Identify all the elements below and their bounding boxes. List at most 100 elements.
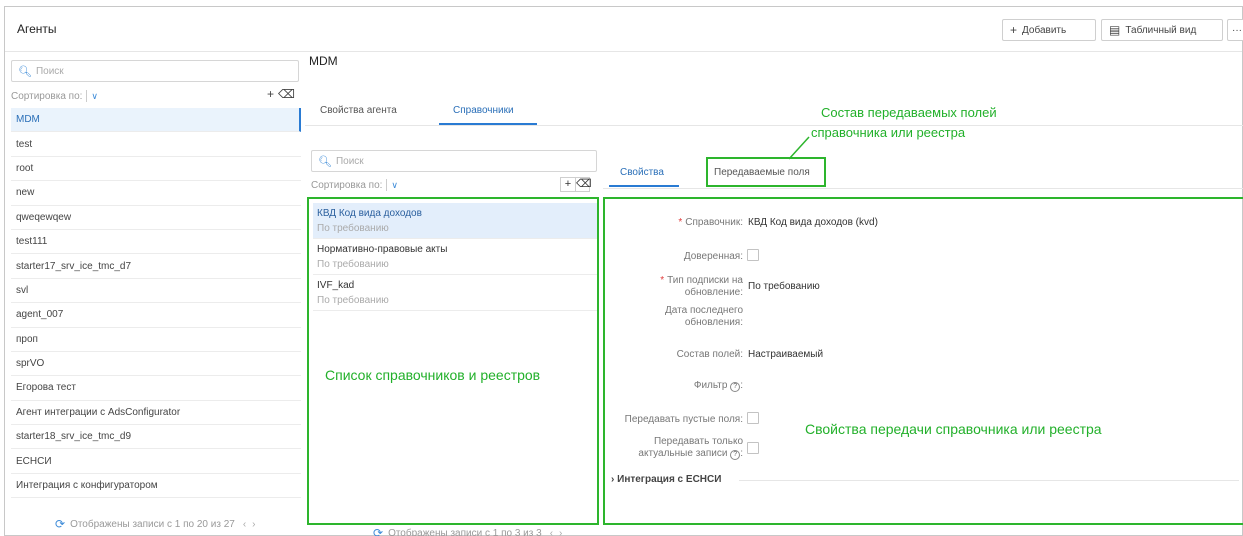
agents-sort-label: Сортировка по: <box>11 90 83 102</box>
chevron-down-icon: ∨ <box>91 90 99 101</box>
dictionary-label: * Справочник: <box>609 217 743 229</box>
agent-list-item[interactable]: svl <box>11 279 301 304</box>
empty-fields-checkbox[interactable] <box>747 412 759 424</box>
dictionary-mode: По требованию <box>317 295 389 306</box>
agent-list-item[interactable]: new <box>11 181 301 206</box>
agent-list-item[interactable]: Егорова тест <box>11 376 301 401</box>
dictionaries-list-panel: КВД Код вида доходов По требованию Нормати… <box>307 197 599 525</box>
integration-section[interactable]: › Интеграция с ЕСНСИ <box>611 474 721 485</box>
fields-callout-line2: справочника или реестра <box>811 125 966 140</box>
dictionary-list-item[interactable]: Нормативно-правовые акты По требованию <box>313 239 597 275</box>
agents-pager: ⟳ Отображены записи с 1 по 20 из 27 ‹› <box>55 517 262 531</box>
app-window: Агенты + Добавить ▤ Табличный вид ··· 🔍︎… <box>4 6 1243 536</box>
chevron-right-icon: › <box>611 474 615 485</box>
agents-panel: 🔍︎ Поиск Сортировка по: ∨ + ⌫ MDM test roo… <box>5 52 303 535</box>
agent-list-item[interactable]: test111 <box>11 230 301 255</box>
agent-list-item[interactable]: qweqewqew <box>11 206 301 230</box>
delete-agent-icon[interactable]: ⌫ <box>278 87 295 101</box>
properties-panel: * Справочник: КВД Код вида доходов (kvd) … <box>603 197 1243 525</box>
agent-list-item[interactable]: starter17_srv_ice_tmc_d7 <box>11 254 301 279</box>
delete-dictionary-icon[interactable]: ⌫ <box>575 178 592 191</box>
agent-name: starter17_srv_ice_tmc_d7 <box>16 260 132 272</box>
agent-list-item[interactable]: ЕСНСИ <box>11 449 301 474</box>
dictionary-mode: По требованию <box>317 259 389 270</box>
agent-name: new <box>16 187 35 199</box>
agent-list-item[interactable]: MDM <box>11 108 301 133</box>
more-button[interactable]: ··· <box>1227 19 1243 41</box>
trusted-checkbox[interactable] <box>747 249 759 261</box>
dictionaries-search-placeholder: Поиск <box>335 155 364 167</box>
help-icon[interactable]: ? <box>730 382 741 392</box>
dictionaries-pager-text: Отображены записи с 1 по 3 из 3 <box>388 527 542 536</box>
agent-list-item[interactable]: agent_007 <box>11 303 301 328</box>
more-icon: ··· <box>1232 24 1242 36</box>
agents-sort[interactable]: Сортировка по: ∨ <box>11 90 98 102</box>
fields-value: Настраиваемый <box>748 349 824 360</box>
add-button[interactable]: + Добавить <box>1002 19 1096 41</box>
agent-name: test111 <box>16 236 48 248</box>
search-icon: 🔍︎ <box>318 155 332 168</box>
add-agent-button[interactable]: + <box>267 87 274 101</box>
add-dictionary-button[interactable]: + <box>561 178 575 191</box>
dictionary-name: КВД Код вида доходов <box>317 208 422 219</box>
page-title: Агенты <box>17 22 57 36</box>
dictionary-list-item[interactable]: IVF_kad По требованию <box>313 275 597 311</box>
agent-name: starter18_srv_ice_tmc_d9 <box>16 431 132 443</box>
subscription-label: * Тип подписки на обновление: <box>609 275 743 299</box>
agent-list-item[interactable]: test <box>11 132 301 157</box>
agents-list: MDM test root new qweqewqew test111 starter17_… <box>11 108 301 499</box>
add-button-label: Добавить <box>1022 24 1067 36</box>
agents-search-placeholder: Поиск <box>35 65 64 77</box>
last-update-label: Дата последнего обновления: <box>609 305 743 329</box>
filter-label: Фильтр ?: <box>693 380 743 392</box>
props-tabs-divider <box>603 188 1243 189</box>
agent-list-item[interactable]: Интеграция с конфигуратором <box>11 474 301 499</box>
dictionary-list-item[interactable]: КВД Код вида доходов По требованию <box>313 203 597 239</box>
pager-nav-icon[interactable]: ‹› <box>550 528 569 536</box>
last-update-label-line1: Дата последнего <box>665 305 743 316</box>
table-view-button[interactable]: ▤ Табличный вид <box>1101 19 1223 41</box>
help-icon[interactable]: ? <box>730 450 741 460</box>
top-bar: Агенты + Добавить ▤ Табличный вид ··· <box>5 7 1243 52</box>
refresh-icon[interactable]: ⟳ <box>55 517 65 531</box>
trusted-label: Доверенная: <box>683 251 743 262</box>
agent-name: Егорова тест <box>16 382 76 394</box>
agents-search-input[interactable]: 🔍︎ Поиск <box>11 60 299 82</box>
dictionary-label-text: Справочник: <box>685 217 743 228</box>
dictionary-value: КВД Код вида доходов (kvd) <box>748 217 878 228</box>
agent-name: Агент интеграции с AdsConfigurator <box>16 406 181 418</box>
dictionaries-sort[interactable]: Сортировка по: ∨ <box>311 179 398 191</box>
tab-agent-properties[interactable]: Свойства агента <box>320 105 397 116</box>
agent-list-item[interactable]: root <box>11 157 301 182</box>
refresh-icon[interactable]: ⟳ <box>373 526 383 536</box>
agent-list-item[interactable]: проп <box>11 328 301 352</box>
actual-only-label-line2: актуальные записи <box>638 448 728 459</box>
dictionaries-search-input[interactable]: 🔍︎ Поиск <box>311 150 597 172</box>
integration-label: Интеграция с ЕСНСИ <box>617 474 722 485</box>
pager-nav-icon[interactable]: ‹› <box>243 519 262 530</box>
empty-fields-label: Передавать пустые поля: <box>624 414 743 425</box>
integration-divider <box>739 480 1239 481</box>
dictionaries-pager: ⟳ Отображены записи с 1 по 3 из 3 ‹› <box>373 526 568 536</box>
subscription-label-line2: обновление: <box>684 287 743 298</box>
chevron-down-icon: ∨ <box>391 179 399 190</box>
tab-transferred-fields[interactable]: Передаваемые поля <box>714 167 810 178</box>
callout-arrow <box>788 136 810 160</box>
table-icon: ▤ <box>1109 23 1121 37</box>
tab-properties[interactable]: Свойства <box>620 167 664 178</box>
props-callout: Свойства передачи справочника или реестр… <box>805 421 1102 437</box>
actual-only-checkbox[interactable] <box>747 442 759 454</box>
fields-callout-line1: Состав передаваемых полей <box>821 105 997 120</box>
agent-name: Интеграция с конфигуратором <box>16 480 158 492</box>
tab-dictionaries[interactable]: Справочники <box>453 105 514 116</box>
agent-name: test <box>16 138 33 150</box>
agent-list-item[interactable]: Агент интеграции с AdsConfigurator <box>11 401 301 426</box>
dictionary-mode: По требованию <box>317 223 389 234</box>
agent-list-item[interactable]: sprVO <box>11 352 301 377</box>
agents-pager-text: Отображены записи с 1 по 20 из 27 <box>70 518 235 530</box>
agent-list-item[interactable]: starter18_srv_ice_tmc_d9 <box>11 425 301 450</box>
callout-arrow-line <box>788 136 810 160</box>
agent-name: sprVO <box>16 358 45 370</box>
agent-name: проп <box>16 333 38 345</box>
dictionary-name: IVF_kad <box>317 280 355 291</box>
